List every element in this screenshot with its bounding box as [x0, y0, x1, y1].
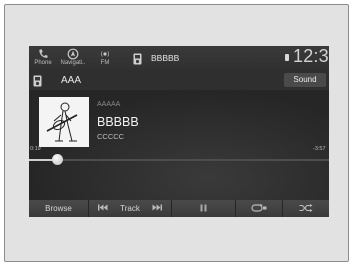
album-art: [39, 97, 89, 147]
pause-button[interactable]: [172, 200, 236, 217]
album-name: CCCCC: [97, 132, 125, 141]
artist-name: AAAAA: [97, 101, 121, 108]
clock: 12:34: [293, 46, 329, 66]
repeat-button[interactable]: [236, 200, 283, 217]
skip-previous-icon[interactable]: [98, 204, 108, 213]
shuffle-icon: [299, 203, 313, 214]
browse-label: Browse: [45, 204, 72, 213]
guitarist-illustration-icon: [39, 97, 89, 147]
radio-icon: [91, 48, 119, 60]
track-label: Track: [120, 204, 140, 213]
playback-controls: Browse Track: [29, 200, 329, 217]
nav-phone-label: Phone: [34, 60, 52, 66]
source-header: AAA Sound: [29, 70, 329, 90]
infotainment-screen: Phone Navigati.. FM BBBBB 12:34 AAA Soun…: [29, 46, 329, 217]
nav-navigation[interactable]: Navigati..: [59, 48, 87, 67]
nav-fm-label: FM: [100, 60, 110, 66]
nav-navigation-label: Navigati..: [60, 60, 86, 66]
source-title: AAA: [61, 75, 82, 86]
song-title: BBBBB: [97, 115, 139, 129]
pause-icon: [200, 204, 207, 214]
phone-status-icon: [285, 54, 289, 61]
shuffle-button[interactable]: [283, 200, 329, 217]
remaining-time: -3:57: [313, 146, 326, 152]
elapsed-time: 0:19: [30, 146, 41, 152]
media-player-icon: [133, 52, 142, 70]
browse-button[interactable]: Browse: [29, 200, 89, 217]
source-name: BBBBB: [151, 53, 180, 63]
now-playing-panel: AAAAA BBBBB CCCCC 0:19 -3:57: [29, 90, 329, 200]
progress-bar[interactable]: [29, 154, 329, 165]
track-control: Track: [89, 200, 172, 217]
status-bar: Phone Navigati.. FM BBBBB 12:34: [29, 46, 329, 70]
phone-icon: [29, 48, 57, 60]
seek-handle[interactable]: [51, 154, 63, 165]
nav-phone[interactable]: Phone: [29, 48, 57, 67]
navigation-icon: [59, 48, 87, 60]
nav-fm[interactable]: FM: [91, 48, 119, 67]
repeat-icon: [251, 203, 267, 214]
skip-next-icon[interactable]: [152, 204, 162, 213]
sound-button[interactable]: Sound: [284, 73, 326, 87]
